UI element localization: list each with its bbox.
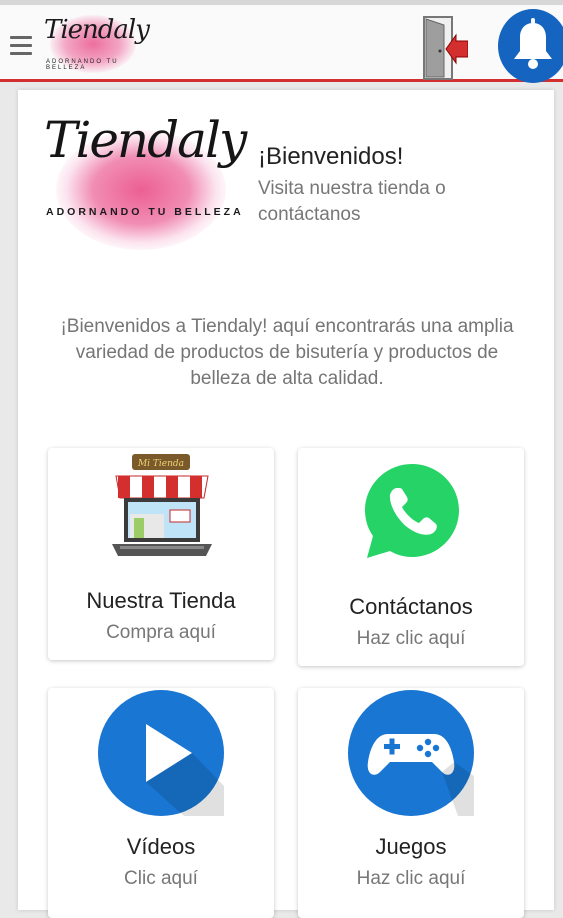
hamburger-menu-icon[interactable]: [10, 31, 32, 61]
whatsapp-icon: [365, 464, 459, 558]
intro-text: ¡Bienvenidos a Tiendaly! aquí encontrará…: [60, 316, 514, 389]
storefront-laptop-icon: Mi Tienda: [112, 454, 212, 556]
tile-store[interactable]: Mi Tienda Nuestra Tienda Compra aquí: [48, 448, 274, 660]
tile-contact[interactable]: Contáctanos Haz clic aquí: [298, 448, 524, 666]
tile-store-subtitle: Compra aquí: [106, 622, 216, 643]
play-icon: [98, 690, 224, 816]
exit-door-icon[interactable]: [422, 15, 469, 81]
header-logo-name: Tiendaly: [44, 15, 150, 45]
store-sign-text: Mi Tienda: [137, 459, 184, 469]
tile-games-title: Juegos: [375, 834, 447, 859]
gamepad-icon: [348, 690, 474, 816]
bell-icon: [514, 18, 552, 69]
tile-games[interactable]: Juegos Haz clic aquí: [298, 688, 524, 918]
header-logo[interactable]: Tiendaly ADORNANDO TU BELLEZA: [38, 9, 150, 79]
tile-contact-title: Contáctanos: [349, 594, 473, 619]
top-app-bar: Tiendaly ADORNANDO TU BELLEZA: [0, 0, 563, 83]
header-logo-tagline: ADORNANDO TU BELLEZA: [46, 59, 119, 71]
hero-logo-tagline: ADORNANDO TU BELLEZA: [46, 206, 244, 218]
tile-store-title: Nuestra Tienda: [86, 588, 236, 613]
tile-games-subtitle: Haz clic aquí: [356, 868, 466, 889]
hero-logo-name: Tiendaly: [44, 111, 247, 169]
tile-videos-title: Vídeos: [126, 834, 196, 859]
tile-contact-subtitle: Haz clic aquí: [356, 628, 466, 649]
welcome-title: ¡Bienvenidos!: [258, 143, 404, 170]
hero-logo: Tiendaly ADORNANDO TU BELLEZA: [44, 105, 247, 255]
tile-videos-subtitle: Clic aquí: [124, 868, 198, 889]
notification-bell-button[interactable]: [498, 9, 563, 83]
welcome-subtitle: Visita nuestra tienda o contáctanos: [258, 178, 446, 225]
tile-videos[interactable]: Vídeos Clic aquí: [48, 688, 274, 918]
